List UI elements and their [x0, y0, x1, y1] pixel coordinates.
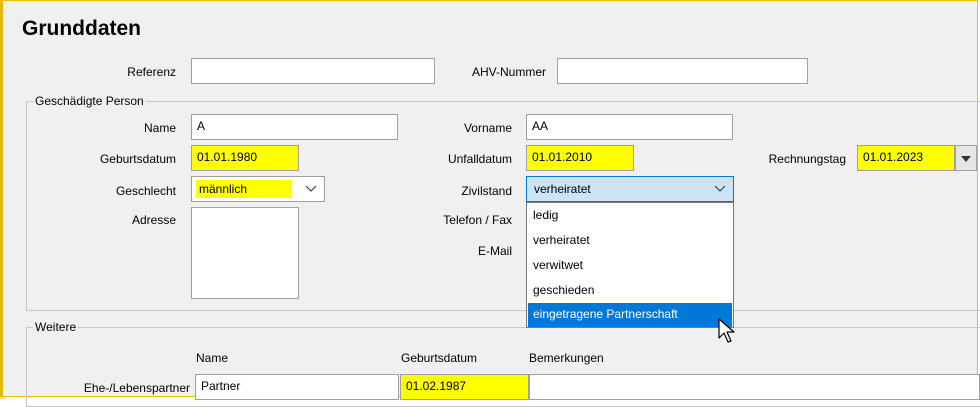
referenz-input[interactable] — [191, 58, 435, 84]
name-label: Name — [143, 121, 176, 135]
partner-geburtsdatum-input[interactable]: 01.02.1987 — [400, 374, 529, 400]
page-title: Grunddaten — [22, 17, 141, 40]
name-input[interactable]: A — [191, 114, 398, 140]
zivilstand-select[interactable]: verheiratet — [526, 176, 734, 202]
option-geschieden[interactable]: geschieden — [528, 279, 732, 303]
email-label: E-Mail — [477, 244, 512, 258]
mouse-pointer-icon — [718, 318, 735, 343]
adresse-label: Adresse — [131, 213, 176, 227]
person-group-title: Geschädigte Person — [33, 94, 146, 108]
zivilstand-dropdown-list: ledig verheiratet verwitwet geschieden e… — [526, 202, 734, 328]
geburtsdatum-label: Geburtsdatum — [99, 152, 176, 166]
partner-bemerkungen-input[interactable] — [529, 374, 980, 400]
rechnungstag-input[interactable]: 01.01.2023 — [857, 145, 955, 171]
partner-name-input[interactable]: Partner — [195, 374, 399, 400]
col-header-name: Name — [196, 351, 229, 365]
ahv-label: AHV-Nummer — [471, 65, 546, 79]
chevron-down-icon — [305, 185, 317, 192]
zivilstand-label: Zivilstand — [461, 184, 512, 198]
option-ledig[interactable]: ledig — [528, 204, 732, 228]
geburtsdatum-input[interactable]: 01.01.1980 — [191, 145, 299, 171]
geschlecht-select[interactable]: männlich — [191, 176, 325, 202]
adresse-textarea[interactable] — [191, 207, 299, 299]
vorname-input[interactable]: AA — [526, 114, 733, 140]
vorname-label: Vorname — [463, 121, 512, 135]
unfalldatum-input[interactable]: 01.01.2010 — [526, 145, 634, 171]
referenz-label: Referenz — [127, 65, 176, 79]
ahv-input[interactable] — [557, 58, 808, 84]
col-header-bemerkungen: Bemerkungen — [529, 351, 604, 365]
rechnungstag-dropdown-button[interactable] — [955, 145, 977, 171]
option-verwitwet[interactable]: verwitwet — [528, 254, 732, 278]
rechnungstag-label: Rechnungstag — [768, 152, 846, 166]
geschlecht-value: männlich — [196, 180, 292, 198]
geschlecht-label: Geschlecht — [115, 184, 176, 198]
zivilstand-value: verheiratet — [534, 182, 591, 196]
option-verheiratet[interactable]: verheiratet — [528, 229, 732, 253]
triangle-down-icon — [961, 156, 971, 162]
option-eingetragene-partnerschaft[interactable]: eingetragene Partnerschaft — [528, 303, 732, 327]
telefon-label: Telefon / Fax — [443, 213, 512, 227]
chevron-down-icon — [714, 185, 726, 192]
partner-row-label: Ehe-/Lebenspartner — [83, 381, 190, 395]
weitere-group-title: Weitere — [33, 320, 79, 334]
unfalldatum-label: Unfalldatum — [447, 152, 512, 166]
col-header-geburtsdatum: Geburtsdatum — [401, 351, 478, 365]
